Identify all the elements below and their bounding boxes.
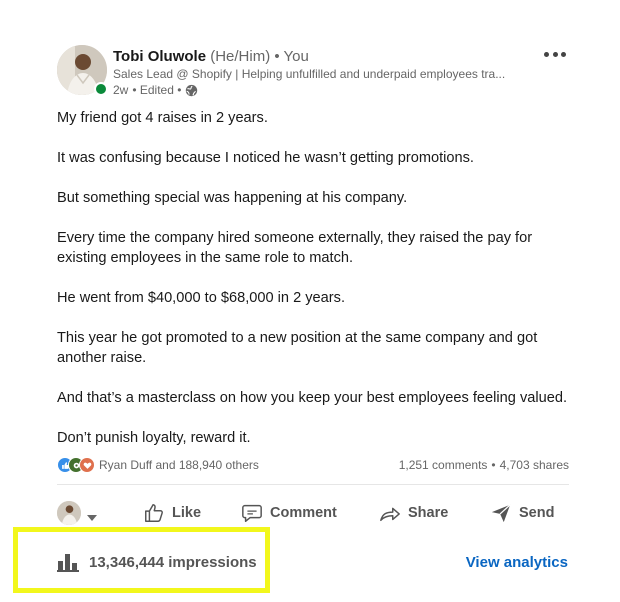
- share-button[interactable]: Share: [379, 502, 448, 524]
- reactions-text: Ryan Duff and 188,940 others: [99, 458, 259, 472]
- post-paragraph: Don’t punish loyalty, reward it.: [57, 430, 251, 446]
- send-label: Send: [519, 505, 555, 521]
- comment-label: Comment: [270, 505, 337, 521]
- post-paragraph: My friend got 4 raises in 2 years.: [57, 110, 268, 126]
- comments-count[interactable]: 1,251 comments: [399, 458, 488, 472]
- view-analytics-link[interactable]: View analytics: [466, 554, 568, 571]
- send-icon: [491, 504, 511, 523]
- like-label: Like: [172, 505, 202, 521]
- post-paragraph: He went from $40,000 to $68,000 in 2 yea…: [57, 290, 345, 306]
- post-paragraph: Every time the company hired someone ext…: [57, 230, 533, 266]
- post-age: 2w: [113, 83, 129, 97]
- impressions-count: 13,346,444 impressions: [89, 553, 257, 571]
- post-body: My friend got 4 raises in 2 years. It wa…: [57, 108, 577, 448]
- counts-separator: •: [491, 458, 496, 472]
- reaction-icons: [57, 457, 95, 473]
- thumbs-up-icon: [145, 504, 163, 522]
- chevron-down-icon: [87, 509, 97, 521]
- send-button[interactable]: Send: [490, 502, 554, 524]
- like-button[interactable]: Like: [143, 502, 201, 524]
- reactions-summary[interactable]: Ryan Duff and 188,940 others: [57, 457, 259, 473]
- author-headline: Sales Lead @ Shopify | Helping unfulfill…: [113, 67, 506, 81]
- author-name[interactable]: Tobi Oluwole: [113, 48, 206, 65]
- share-icon: [380, 507, 400, 522]
- post-paragraph: But something special was happening at h…: [57, 190, 408, 206]
- impressions-link[interactable]: 13,346,444 impressions: [57, 552, 257, 572]
- shares-count[interactable]: 4,703 shares: [500, 458, 569, 472]
- post-edited: • Edited •: [132, 83, 182, 97]
- engagement-counts: 1,251 comments • 4,703 shares: [399, 458, 569, 472]
- post-paragraph: And that’s a masterclass on how you keep…: [57, 390, 567, 406]
- actor-switcher[interactable]: [57, 501, 129, 525]
- divider: [57, 484, 569, 485]
- comment-button[interactable]: Comment: [241, 502, 337, 524]
- post-paragraph: It was confusing because I noticed he wa…: [57, 150, 474, 166]
- post-meta: 2w • Edited •: [113, 83, 198, 97]
- post-paragraph: This year he got promoted to a new posit…: [57, 330, 538, 366]
- globe-icon: [185, 84, 198, 97]
- bar-chart-icon: [57, 554, 79, 572]
- love-icon: [79, 457, 95, 473]
- social-counts: Ryan Duff and 188,940 others 1,251 comme…: [57, 456, 569, 474]
- online-status-dot: [94, 82, 108, 96]
- avatar: [57, 501, 81, 525]
- more-options-icon[interactable]: [541, 46, 569, 62]
- author-name-line: Tobi Oluwole (He/Him) • You: [113, 48, 309, 65]
- feed-post: Tobi Oluwole (He/Him) • You Sales Lead @…: [0, 0, 620, 602]
- comment-icon: [242, 504, 262, 522]
- author-pronouns: (He/Him): [210, 48, 271, 65]
- share-label: Share: [408, 505, 449, 521]
- author-avatar[interactable]: [57, 45, 108, 96]
- author-relation: • You: [274, 48, 309, 65]
- action-bar: Like Comment Share Send: [57, 496, 569, 530]
